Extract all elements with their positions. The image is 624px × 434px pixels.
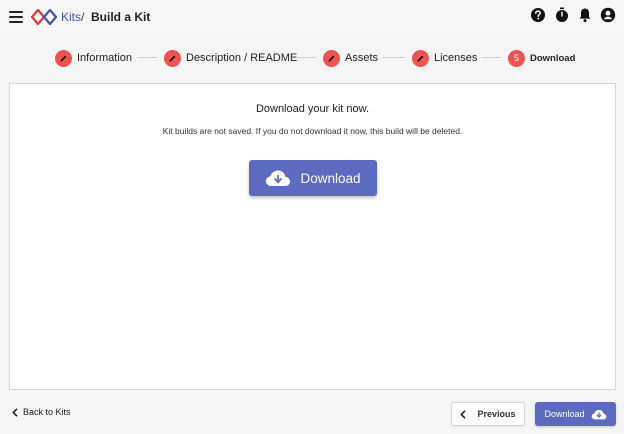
step-connector [296,57,316,58]
step-licenses[interactable]: Licenses [412,49,477,67]
step-connector [383,57,405,58]
card-title: Download your kit now. [255,103,370,115]
step-label: Assets [345,52,379,64]
app-header: Kits / Build a Kit [0,0,624,34]
step-label: Description / README [186,52,298,64]
pencil-icon [55,49,72,67]
download-card: Download your kit now. Kit builds are no… [9,83,616,390]
menu-icon[interactable] [9,11,23,23]
chevron-left-icon [12,407,18,417]
step-number: 5 [508,49,525,67]
breadcrumb-kits-link[interactable]: Kits [61,10,81,24]
help-icon[interactable] [530,7,546,23]
account-icon[interactable] [600,7,616,23]
notifications-icon[interactable] [577,7,593,23]
step-label: Licenses [434,52,478,64]
previous-button[interactable]: Previous [451,402,525,426]
step-connector [481,57,501,58]
download-kit-label: Download [300,170,361,186]
download-label: Download [544,409,585,419]
page-title: Build a Kit [91,10,151,24]
step-information[interactable]: Information [55,49,132,67]
pencil-icon [323,49,340,67]
step-description-readme[interactable]: Description / README [164,49,297,67]
step-label: Information [77,52,133,64]
step-download[interactable]: 5 Download [508,49,575,67]
step-connector [137,57,157,58]
chevron-left-icon [460,409,467,419]
download-button[interactable]: Download [535,402,616,426]
breadcrumb-separator: / [81,10,85,24]
cloud-download-icon [266,170,291,186]
step-assets[interactable]: Assets [323,49,378,67]
step-label: Download [530,52,576,64]
pencil-icon [164,49,181,67]
download-kit-button[interactable]: Download [249,160,377,196]
pencil-icon [412,49,429,67]
back-to-kits-label: Back to Kits [23,407,71,417]
stepper: Information Description / README Assets … [0,34,624,82]
back-to-kits-link[interactable]: Back to Kits [12,407,71,417]
logo-icon[interactable] [31,9,57,25]
timer-icon[interactable] [554,7,570,23]
card-subtitle: Kit builds are not saved. If you do not … [162,126,463,136]
previous-label: Previous [477,409,516,419]
cloud-download-icon [591,409,606,419]
